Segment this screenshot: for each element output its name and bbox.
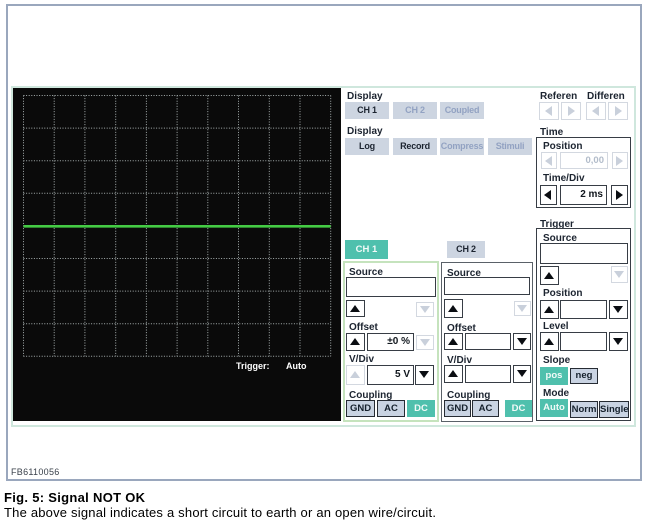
svg-text:Auto: Auto: [286, 361, 307, 371]
svg-text:Trigger:: Trigger:: [236, 361, 270, 371]
